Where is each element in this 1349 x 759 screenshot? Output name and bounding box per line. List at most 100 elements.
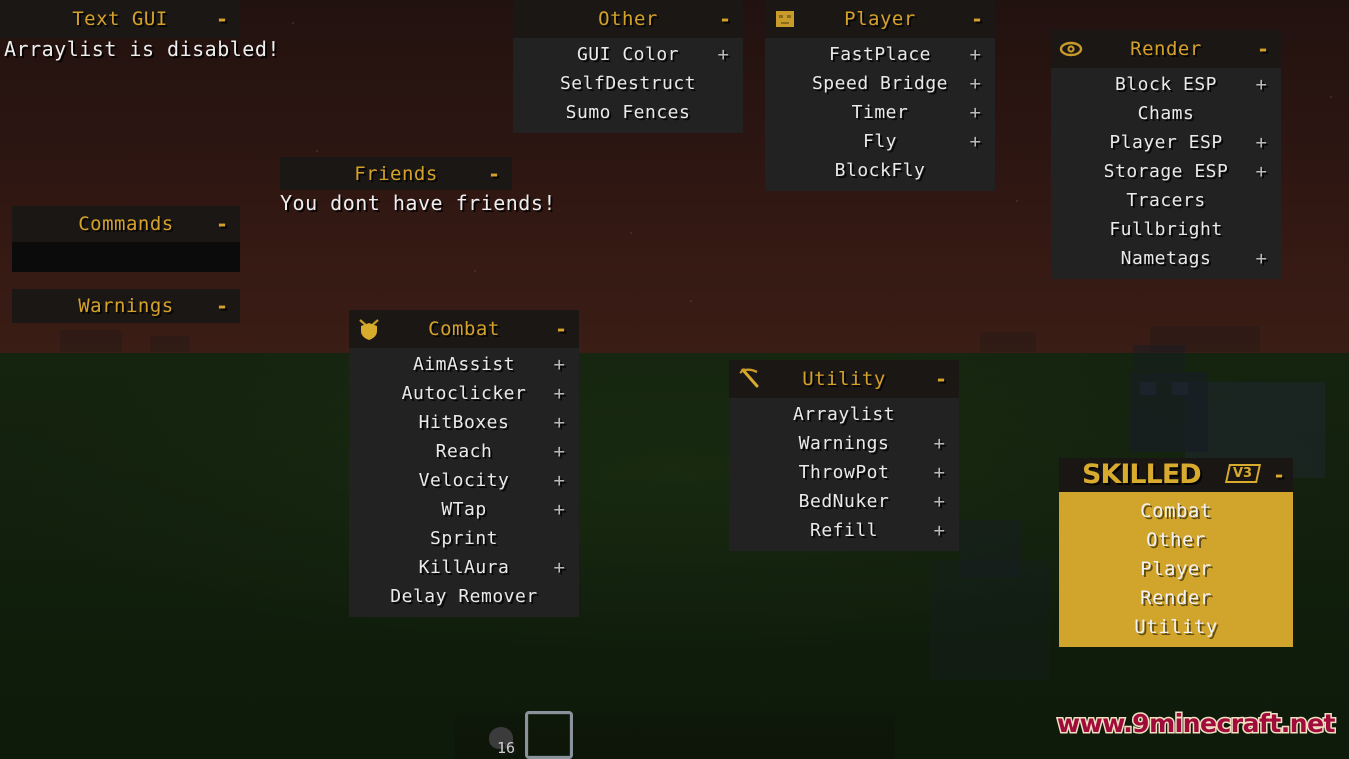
panel-friends-header[interactable]: Friends -: [280, 157, 512, 190]
module-row[interactable]: Player ESP +: [1051, 128, 1281, 157]
module-row[interactable]: Warnings +: [729, 429, 959, 458]
module-expand-icon[interactable]: +: [554, 384, 565, 403]
skilled-category-item[interactable]: Combat: [1059, 496, 1293, 525]
module-row[interactable]: ThrowPot +: [729, 458, 959, 487]
panel-commands-collapse-toggle[interactable]: -: [216, 214, 228, 234]
panel-combat-title: Combat: [428, 318, 500, 340]
module-row[interactable]: Fly +: [765, 127, 995, 156]
module-row[interactable]: Velocity +: [349, 466, 579, 495]
skilled-category-list: Combat Other Player Render Utility: [1059, 492, 1293, 647]
module-label: Timer: [851, 102, 909, 123]
game-screen: 16 Text GUI - Arraylist is disabled! Com…: [0, 0, 1349, 759]
module-expand-icon[interactable]: +: [554, 500, 565, 519]
panel-other-header[interactable]: Other -: [513, 0, 743, 38]
panel-player[interactable]: Player - FastPlace + Speed Bridge + Time…: [765, 0, 995, 191]
panel-render[interactable]: Render - Block ESP + Chams Player ESP + …: [1051, 30, 1281, 279]
module-row[interactable]: Arraylist: [729, 400, 959, 429]
module-label: Refill: [809, 520, 879, 541]
panel-render-header[interactable]: Render -: [1051, 30, 1281, 68]
module-row[interactable]: BedNuker +: [729, 487, 959, 516]
panel-utility[interactable]: Utility - Arraylist Warnings + ThrowPot …: [729, 360, 959, 551]
module-expand-icon[interactable]: +: [934, 463, 945, 482]
module-expand-icon[interactable]: +: [970, 103, 981, 122]
panel-combat-body: AimAssist + Autoclicker + HitBoxes + Rea…: [349, 348, 579, 617]
panel-friends-collapse-toggle[interactable]: -: [488, 164, 500, 184]
panel-other[interactable]: Other - GUI Color + SelfDestruct Sumo Fe…: [513, 0, 743, 133]
module-row[interactable]: HitBoxes +: [349, 408, 579, 437]
module-row[interactable]: Reach +: [349, 437, 579, 466]
module-expand-icon[interactable]: +: [934, 521, 945, 540]
module-expand-icon[interactable]: +: [554, 558, 565, 577]
module-expand-icon[interactable]: +: [970, 132, 981, 151]
module-expand-icon[interactable]: +: [554, 471, 565, 490]
skilled-category-item[interactable]: Render: [1059, 583, 1293, 612]
module-row[interactable]: Sprint: [349, 524, 579, 553]
commands-input[interactable]: [12, 242, 240, 272]
module-label: AimAssist: [412, 354, 516, 375]
panel-text-gui-header[interactable]: Text GUI -: [0, 0, 240, 38]
module-expand-icon[interactable]: +: [718, 45, 729, 64]
panel-utility-header[interactable]: Utility -: [729, 360, 959, 398]
panel-player-header[interactable]: Player -: [765, 0, 995, 38]
module-label: Player ESP: [1109, 132, 1223, 153]
skilled-version-badge: V3: [1224, 464, 1262, 483]
panel-warnings-header[interactable]: Warnings -: [12, 289, 240, 323]
skilled-header[interactable]: SKILLED V3 -: [1059, 458, 1293, 492]
skilled-category-item[interactable]: Other: [1059, 525, 1293, 554]
module-row[interactable]: Speed Bridge +: [765, 69, 995, 98]
skilled-category-item[interactable]: Player: [1059, 554, 1293, 583]
panel-other-collapse-toggle[interactable]: -: [719, 9, 731, 29]
module-label: SelfDestruct: [559, 73, 697, 94]
module-row[interactable]: Fullbright: [1051, 215, 1281, 244]
module-expand-icon[interactable]: +: [1256, 75, 1267, 94]
module-row[interactable]: Tracers: [1051, 186, 1281, 215]
panel-render-collapse-toggle[interactable]: -: [1257, 39, 1269, 59]
panel-warnings-collapse-toggle[interactable]: -: [216, 296, 228, 316]
module-expand-icon[interactable]: +: [1256, 249, 1267, 268]
module-expand-icon[interactable]: +: [934, 492, 945, 511]
module-row[interactable]: AimAssist +: [349, 350, 579, 379]
panel-combat-header[interactable]: Combat -: [349, 310, 579, 348]
panel-commands-header[interactable]: Commands -: [12, 206, 240, 242]
hotbar[interactable]: 16: [455, 711, 895, 759]
module-row[interactable]: Refill +: [729, 516, 959, 545]
module-row[interactable]: GUI Color +: [513, 40, 743, 69]
module-row[interactable]: Autoclicker +: [349, 379, 579, 408]
panel-commands[interactable]: Commands -: [12, 206, 240, 272]
panel-friends[interactable]: Friends -: [280, 157, 512, 190]
module-row[interactable]: FastPlace +: [765, 40, 995, 69]
panel-player-collapse-toggle[interactable]: -: [971, 9, 983, 29]
module-row[interactable]: Delay Remover: [349, 582, 579, 611]
module-expand-icon[interactable]: +: [970, 45, 981, 64]
panel-render-body: Block ESP + Chams Player ESP + Storage E…: [1051, 68, 1281, 279]
module-expand-icon[interactable]: +: [934, 434, 945, 453]
module-expand-icon[interactable]: +: [970, 74, 981, 93]
module-label: Delay Remover: [390, 586, 538, 607]
skilled-collapse-toggle[interactable]: -: [1273, 463, 1285, 487]
module-expand-icon[interactable]: +: [1256, 133, 1267, 152]
module-label: Fly: [862, 131, 897, 152]
panel-utility-collapse-toggle[interactable]: -: [935, 369, 947, 389]
hotbar-selected-slot[interactable]: [525, 711, 573, 759]
module-row[interactable]: WTap +: [349, 495, 579, 524]
module-row[interactable]: BlockFly: [765, 156, 995, 185]
panel-combat[interactable]: Combat - AimAssist + Autoclicker + HitBo…: [349, 310, 579, 617]
panel-warnings[interactable]: Warnings -: [12, 289, 240, 323]
panel-combat-collapse-toggle[interactable]: -: [555, 319, 567, 339]
module-row[interactable]: Timer +: [765, 98, 995, 127]
module-row[interactable]: SelfDestruct: [513, 69, 743, 98]
module-expand-icon[interactable]: +: [554, 442, 565, 461]
module-row[interactable]: Block ESP +: [1051, 70, 1281, 99]
module-expand-icon[interactable]: +: [1256, 162, 1267, 181]
module-expand-icon[interactable]: +: [554, 355, 565, 374]
module-row[interactable]: Storage ESP +: [1051, 157, 1281, 186]
skilled-category-item[interactable]: Utility: [1059, 612, 1293, 641]
module-row[interactable]: Nametags +: [1051, 244, 1281, 273]
panel-text-gui[interactable]: Text GUI -: [0, 0, 240, 38]
module-row[interactable]: KillAura +: [349, 553, 579, 582]
module-expand-icon[interactable]: +: [554, 413, 565, 432]
panel-skilled-client[interactable]: SKILLED V3 - Combat Other Player Render …: [1059, 458, 1293, 647]
panel-text-gui-collapse-toggle[interactable]: -: [216, 9, 228, 29]
module-row[interactable]: Chams: [1051, 99, 1281, 128]
module-row[interactable]: Sumo Fences: [513, 98, 743, 127]
